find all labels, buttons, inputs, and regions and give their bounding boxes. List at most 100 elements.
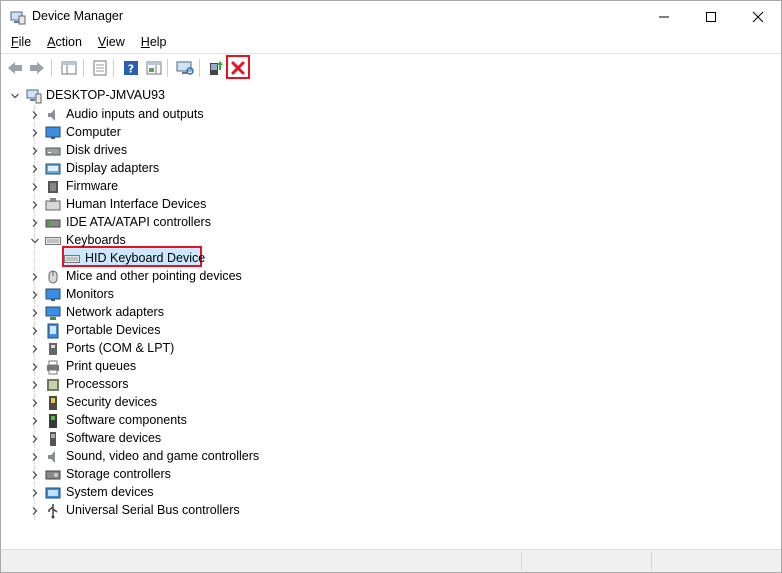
chevron-right-icon[interactable] <box>30 200 40 210</box>
port-icon <box>45 341 61 357</box>
menu-file[interactable]: File <box>11 32 31 53</box>
properties-button[interactable] <box>90 58 110 78</box>
chevron-right-icon[interactable] <box>30 434 40 444</box>
tree-category-item[interactable]: Human Interface Devices <box>1 196 781 214</box>
chevron-right-icon[interactable] <box>30 452 40 462</box>
speaker-icon <box>45 449 61 465</box>
tree-category-item[interactable]: Ports (COM & LPT) <box>1 340 781 358</box>
tree-category-item[interactable]: Sound, video and game controllers <box>1 448 781 466</box>
chevron-right-icon[interactable] <box>30 128 40 138</box>
chevron-right-icon[interactable] <box>30 290 40 300</box>
chevron-right-icon[interactable] <box>30 164 40 174</box>
tree-category-item[interactable]: Network adapters <box>1 304 781 322</box>
tree-category-item[interactable]: Firmware <box>1 178 781 196</box>
show-hide-console-tree-button[interactable] <box>59 58 79 78</box>
chevron-right-icon[interactable] <box>30 470 40 480</box>
scan-hardware-changes-button[interactable] <box>175 58 195 78</box>
menu-action[interactable]: Action <box>47 32 82 53</box>
status-divider <box>521 552 523 570</box>
tree-category-item[interactable]: IDE ATA/ATAPI controllers <box>1 214 781 232</box>
tree-category-item[interactable]: Disk drives <box>1 142 781 160</box>
tree-item-label: Storage controllers <box>66 467 171 481</box>
tree-category-item[interactable]: Software components <box>1 412 781 430</box>
chevron-right-icon[interactable] <box>30 344 40 354</box>
chevron-right-icon[interactable] <box>30 272 40 282</box>
help-button[interactable]: ? <box>121 58 141 78</box>
usb-icon <box>45 503 61 519</box>
device-manager-icon <box>10 9 26 25</box>
speaker-icon <box>45 107 61 123</box>
update-driver-button[interactable] <box>206 58 226 78</box>
display-adapter-icon <box>45 161 61 177</box>
device-manager-window: Device Manager File Action View Help ? D… <box>0 0 782 573</box>
chevron-right-icon[interactable] <box>30 362 40 372</box>
uninstall-device-button[interactable] <box>228 58 248 78</box>
action-pane-button[interactable] <box>144 58 164 78</box>
hid-icon <box>45 197 61 213</box>
chevron-right-icon[interactable] <box>30 380 40 390</box>
tree-category-item[interactable]: Display adapters <box>1 160 781 178</box>
back-arrow-icon <box>8 62 22 74</box>
chevron-right-icon[interactable] <box>30 416 40 426</box>
root-collapse-chevron-icon[interactable] <box>10 91 20 101</box>
menu-view[interactable]: View <box>98 32 125 53</box>
tree-child-item[interactable]: HID Keyboard Device <box>1 250 781 268</box>
menu-help[interactable]: Help <box>141 32 167 53</box>
tree-category-item[interactable]: Security devices <box>1 394 781 412</box>
chevron-right-icon[interactable] <box>30 146 40 156</box>
tree-item-label: Universal Serial Bus controllers <box>66 503 240 517</box>
forward-button[interactable] <box>27 58 47 78</box>
chevron-right-icon[interactable] <box>30 488 40 498</box>
root-computer-name[interactable]: DESKTOP-JMVAU93 <box>46 88 165 102</box>
processor-icon <box>45 377 61 393</box>
status-bar <box>1 549 781 572</box>
chevron-right-icon[interactable] <box>30 110 40 120</box>
svg-text:?: ? <box>128 63 134 76</box>
tree-category-item[interactable]: Software devices <box>1 430 781 448</box>
window-title: Device Manager <box>32 9 124 23</box>
tree-item-label: IDE ATA/ATAPI controllers <box>66 215 211 229</box>
tree-item-label: Display adapters <box>66 161 160 175</box>
storage-controller-icon <box>45 467 61 483</box>
tree-category-item[interactable]: Mice and other pointing devices <box>1 268 781 286</box>
tree-category-item[interactable]: Portable Devices <box>1 322 781 340</box>
console-tree-icon <box>61 61 77 75</box>
chevron-right-icon[interactable] <box>30 218 40 228</box>
tree-category-item[interactable]: Monitors <box>1 286 781 304</box>
close-button[interactable] <box>735 1 781 32</box>
tree-category-item[interactable]: Processors <box>1 376 781 394</box>
chevron-down-icon[interactable] <box>30 236 40 246</box>
tree-item-label: Mice and other pointing devices <box>66 269 242 283</box>
tree-category-item[interactable]: System devices <box>1 484 781 502</box>
tree-category-item[interactable]: Keyboards <box>1 232 781 250</box>
tree-category-item[interactable]: Universal Serial Bus controllers <box>1 502 781 520</box>
tree-item-label: Security devices <box>66 395 158 409</box>
tree-item-label: Ports (COM & LPT) <box>66 341 175 355</box>
tree-item-label: Software devices <box>66 431 162 445</box>
disk-drive-icon <box>45 143 61 159</box>
chevron-right-icon[interactable] <box>30 506 40 516</box>
keyboard-icon <box>45 233 61 249</box>
toolbar-separator <box>83 59 84 77</box>
minimize-button[interactable] <box>641 1 687 32</box>
software-device-icon <box>45 431 61 447</box>
tree-category-item[interactable]: Storage controllers <box>1 466 781 484</box>
chevron-right-icon[interactable] <box>30 326 40 336</box>
title-bar[interactable]: Device Manager <box>1 1 781 32</box>
chevron-right-icon[interactable] <box>30 308 40 318</box>
tree-item-label: Monitors <box>66 287 114 301</box>
tree-category-item[interactable]: Audio inputs and outputs <box>1 106 781 124</box>
tree-item-label: Computer <box>66 125 121 139</box>
chevron-right-icon[interactable] <box>30 182 40 192</box>
toolbar-separator <box>167 59 168 77</box>
status-divider <box>651 552 653 570</box>
scan-monitor-icon <box>176 61 194 75</box>
maximize-button[interactable] <box>688 1 734 32</box>
tree-category-item[interactable]: Print queues <box>1 358 781 376</box>
tree-category-item[interactable]: Computer <box>1 124 781 142</box>
printer-icon <box>45 359 61 375</box>
back-button[interactable] <box>5 58 25 78</box>
mouse-icon <box>45 269 61 285</box>
chevron-right-icon[interactable] <box>30 398 40 408</box>
tree-item-label: Portable Devices <box>66 323 161 337</box>
